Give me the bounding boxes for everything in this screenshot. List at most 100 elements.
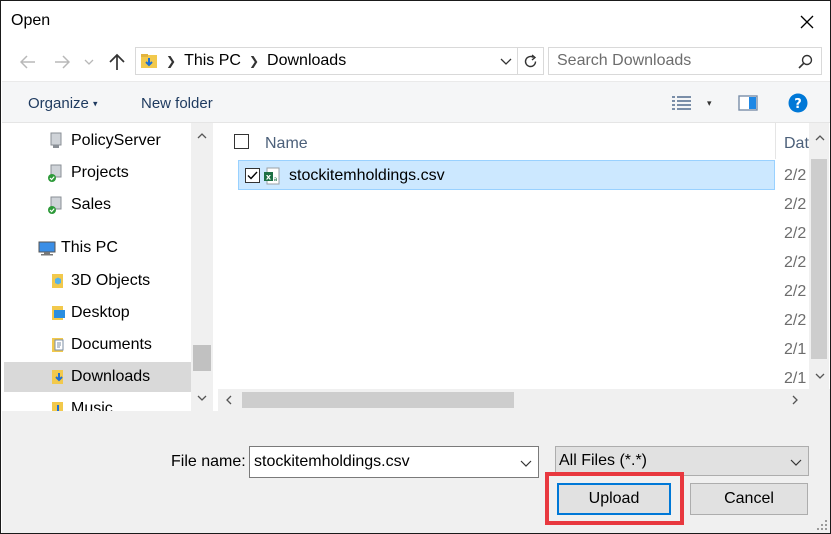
nav-item-label: PolicyServer: [71, 132, 161, 149]
file-list: Name Dat xa stockitemholdings.csv 2/2 2/…: [218, 123, 830, 411]
file-row-stockitemholdings[interactable]: xa stockitemholdings.csv: [238, 160, 775, 190]
breadcrumb-downloads[interactable]: Downloads: [267, 52, 346, 70]
file-name: stockitemholdings.csv: [289, 167, 445, 184]
chevron-down-icon[interactable]: [520, 457, 532, 469]
scrollbar-corner: [808, 389, 830, 411]
downloads-folder-icon: [140, 52, 158, 70]
nav-item-3d-objects[interactable]: 3D Objects: [4, 266, 191, 296]
svg-text:?: ?: [794, 97, 802, 112]
recent-locations-button[interactable]: [82, 51, 96, 73]
title-bar: Open: [1, 1, 830, 43]
file-name-label: File name:: [171, 453, 246, 470]
nav-item-policyserver[interactable]: PolicyServer: [4, 126, 191, 156]
network-folder-icon: [47, 131, 67, 151]
cancel-button[interactable]: Cancel: [690, 483, 808, 515]
dropdown-triangle-icon: ▾: [93, 98, 98, 109]
row-checkbox[interactable]: [245, 168, 260, 183]
computer-icon: [37, 238, 57, 258]
file-list-vertical-scrollbar[interactable]: [776, 123, 830, 389]
refresh-button[interactable]: [518, 47, 544, 75]
nav-item-projects[interactable]: Projects: [4, 158, 191, 188]
checkmark-icon: [247, 171, 258, 180]
resize-grip-icon[interactable]: [816, 519, 828, 531]
chevron-down-icon[interactable]: [499, 54, 513, 68]
close-button[interactable]: [784, 1, 830, 43]
file-list-horizontal-scrollbar[interactable]: [218, 389, 808, 411]
downloads-folder-icon: [47, 367, 67, 387]
scroll-down-icon: [197, 395, 207, 401]
organize-menu[interactable]: Organize ▾: [28, 95, 98, 112]
chevron-down-icon: [84, 59, 94, 65]
column-headers: Name Dat: [218, 123, 830, 159]
search-input[interactable]: Search Downloads: [548, 47, 822, 75]
up-arrow-icon: [109, 53, 125, 70]
file-name-value: stockitemholdings.csv: [254, 453, 410, 470]
chevron-down-icon: [790, 459, 802, 466]
scroll-down-icon[interactable]: [815, 373, 825, 379]
scrollbar-thumb[interactable]: [193, 345, 211, 371]
nav-item-label: Projects: [71, 164, 129, 181]
upload-highlight-box: [545, 472, 684, 525]
search-icon: [798, 54, 813, 69]
new-folder-button[interactable]: New folder: [141, 95, 213, 112]
back-arrow-icon: [20, 55, 35, 69]
scroll-up-icon: [197, 133, 207, 139]
nav-item-music[interactable]: Music: [4, 394, 191, 411]
preview-pane-button[interactable]: [738, 93, 758, 113]
nav-item-downloads[interactable]: Downloads: [4, 362, 191, 392]
nav-item-sales[interactable]: Sales: [4, 190, 191, 220]
select-all-checkbox[interactable]: [234, 134, 249, 149]
scrollbar-thumb[interactable]: [811, 159, 827, 359]
breadcrumb-separator-icon: ❯: [166, 54, 177, 68]
nav-item-this-pc[interactable]: This PC: [4, 233, 191, 263]
file-name-input[interactable]: stockitemholdings.csv: [249, 446, 539, 478]
breadcrumb-this-pc[interactable]: This PC: [184, 52, 241, 70]
change-view-button[interactable]: ▾: [671, 93, 712, 113]
dialog-footer: File name: stockitemholdings.csv All Fil…: [2, 411, 830, 533]
nav-item-label: Documents: [71, 336, 152, 353]
close-icon: [800, 15, 814, 29]
back-button[interactable]: [17, 51, 39, 73]
nav-item-label: 3D Objects: [71, 272, 151, 289]
nav-item-documents[interactable]: Documents: [4, 330, 191, 360]
breadcrumb-separator-icon: ❯: [248, 54, 260, 68]
excel-csv-icon: xa: [263, 167, 281, 185]
nav-item-label: Sales: [71, 196, 112, 213]
nav-item-label: Music: [71, 400, 113, 411]
3d-objects-folder-icon: [47, 271, 67, 291]
navigation-bar: ❯ This PC ❯ Downloads Search Downloads: [1, 43, 830, 81]
scrollbar-thumb[interactable]: [242, 392, 514, 408]
organize-label: Organize: [28, 95, 89, 112]
desktop-folder-icon: [47, 303, 67, 323]
up-button[interactable]: [106, 51, 128, 73]
open-file-dialog: Open ❯ This PC ❯ Downloads Search Downlo…: [0, 0, 831, 534]
nav-item-label: Desktop: [71, 304, 130, 321]
file-type-value: All Files (*.*): [559, 452, 648, 469]
column-header-name[interactable]: Name: [265, 135, 308, 153]
chevron-down-icon: ▾: [707, 97, 712, 108]
scroll-up-icon[interactable]: [815, 135, 825, 141]
navigation-pane: PolicyServer Projects Sales This PC 3D O…: [2, 123, 213, 411]
nav-item-label: Downloads: [71, 368, 151, 385]
music-folder-icon: [47, 399, 67, 411]
svg-text:a: a: [274, 176, 278, 183]
scroll-right-icon[interactable]: [792, 395, 798, 405]
scroll-left-icon[interactable]: [226, 395, 232, 405]
window-title: Open: [11, 12, 51, 29]
help-icon: ?: [788, 93, 808, 113]
network-folder-icon: [47, 163, 67, 183]
svg-text:x: x: [266, 173, 272, 182]
forward-button[interactable]: [51, 51, 73, 73]
network-folder-icon: [47, 195, 67, 215]
nav-item-desktop[interactable]: Desktop: [4, 298, 191, 328]
nav-item-label: This PC: [61, 239, 118, 256]
forward-arrow-icon: [55, 55, 70, 69]
preview-pane-icon: [738, 95, 758, 111]
nav-pane-scrollbar[interactable]: [191, 123, 213, 411]
address-bar[interactable]: ❯ This PC ❯ Downloads: [135, 47, 518, 75]
search-placeholder: Search Downloads: [557, 52, 692, 69]
documents-folder-icon: [47, 335, 67, 355]
command-toolbar: Organize ▾ New folder ▾ ?: [2, 81, 830, 123]
help-button[interactable]: ?: [788, 93, 808, 113]
refresh-icon: [524, 53, 537, 67]
